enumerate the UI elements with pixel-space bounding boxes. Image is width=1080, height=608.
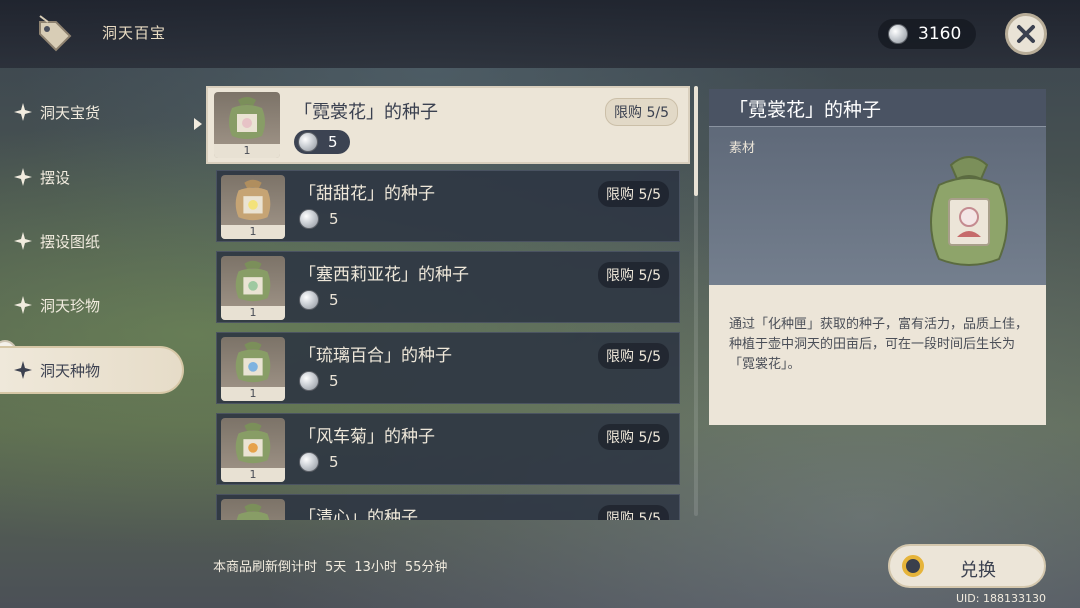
exchange-button[interactable]: 兑换 [888, 544, 1046, 588]
detail-item-type: 素材 [729, 141, 756, 156]
tab-realm-treasures[interactable]: 洞天宝货 [14, 92, 184, 132]
list-item[interactable]: 1 「塞西莉亚花」的种子 5 限购 5/5 [216, 251, 680, 323]
detail-title-bar: 「霓裳花」的种子 [709, 89, 1046, 127]
item-name: 「塞西莉亚花」的种子 [299, 265, 469, 285]
tab-label: 摆设 [40, 168, 71, 187]
item-detail-panel: 「霓裳花」的种子 素材 通过「化种匣」获取的种子，富有活力，品质上佳，种植于壶中… [709, 89, 1046, 425]
sparkle-icon [14, 232, 32, 250]
flower-mark [248, 200, 258, 210]
flower-mark [242, 118, 252, 128]
player-uid: UID: 188133130 [956, 592, 1046, 605]
currency-amount: 3160 [918, 24, 962, 44]
close-icon [1017, 25, 1035, 43]
sparkle-icon [14, 361, 32, 379]
list-item[interactable]: 1 「甜甜花」的种子 5 限购 5/5 [216, 170, 680, 242]
item-price: 5 [299, 209, 339, 229]
item-list: 1 「霓裳花」的种子 5 限购 5/5 1 「甜甜花」的种子 5 限购 5/5 [200, 84, 700, 520]
sparkle-icon [14, 296, 32, 314]
purchase-limit-badge: 限购 5/5 [598, 343, 669, 369]
item-thumbnail: 1 [221, 337, 285, 401]
seed-bag-icon [235, 422, 271, 464]
refresh-label: 本商品刷新倒计时 [213, 560, 318, 575]
tab-furnishings[interactable]: 摆设 [14, 157, 184, 197]
price-value: 5 [329, 210, 339, 228]
realm-currency-icon [299, 371, 319, 391]
item-quantity: 1 [221, 387, 285, 401]
shop-title: 洞天百宝 [102, 24, 167, 42]
list-item[interactable]: 1 「清心」的种子 5 限购 5/5 [216, 494, 680, 520]
item-price: 5 [299, 290, 339, 310]
detail-description: 通过「化种匣」获取的种子，富有活力，品质上佳，种植于壶中洞天的田亩后，可在一段时… [729, 317, 1029, 372]
scroll-thumb[interactable] [694, 86, 698, 196]
item-quantity: 1 [221, 225, 285, 239]
item-name: 「清心」的种子 [299, 508, 418, 520]
seed-bag-icon [235, 260, 271, 302]
purchase-limit-badge: 限购 5/5 [605, 98, 678, 126]
realm-currency-icon [298, 132, 318, 152]
price-value: 5 [329, 291, 339, 309]
refresh-hours: 13小时 [354, 560, 397, 575]
tab-label: 洞天宝货 [40, 103, 101, 122]
item-thumbnail: 1 [214, 92, 280, 158]
item-name: 「风车菊」的种子 [299, 427, 435, 447]
close-button[interactable] [1005, 13, 1047, 55]
purchase-limit-badge: 限购 5/5 [598, 424, 669, 450]
item-name: 「霓裳花」的种子 [294, 102, 438, 123]
item-thumbnail: 1 [221, 418, 285, 482]
item-quantity: 1 [221, 468, 285, 482]
item-quantity: 1 [214, 144, 280, 158]
realm-currency-icon [888, 24, 908, 44]
purchase-limit-badge: 限购 5/5 [598, 505, 669, 520]
price-value: 5 [329, 372, 339, 390]
top-bar: 洞天百宝 3160 [0, 0, 1080, 68]
detail-header-area: 「霓裳花」的种子 素材 [709, 89, 1046, 285]
detail-title: 「霓裳花」的种子 [729, 99, 882, 121]
realm-currency-icon [299, 209, 319, 229]
flower-mark [248, 443, 258, 453]
item-quantity: 1 [221, 306, 285, 320]
list-item[interactable]: 1 「风车菊」的种子 5 限购 5/5 [216, 413, 680, 485]
price-value: 5 [329, 453, 339, 471]
item-thumbnail: 1 [221, 256, 285, 320]
item-price: 5 [299, 371, 339, 391]
refresh-days: 5天 [325, 560, 347, 575]
realm-currency-icon [299, 290, 319, 310]
price-value: 5 [328, 133, 338, 151]
seed-bag-large-icon [930, 156, 1008, 266]
tab-furnishing-blueprints[interactable]: 摆设图纸 [14, 221, 184, 261]
sparkle-icon [14, 103, 32, 121]
exchange-label: 兑换 [960, 560, 996, 581]
sparkle-icon [14, 168, 32, 186]
purchase-limit-badge: 限购 5/5 [598, 181, 669, 207]
seed-bag-icon [236, 503, 270, 520]
tab-label: 洞天珍物 [40, 296, 101, 315]
list-item[interactable]: 1 「霓裳花」的种子 5 限购 5/5 [206, 86, 690, 164]
detail-description-area: 通过「化种匣」获取的种子，富有活力，品质上佳，种植于壶中洞天的田亩后，可在一段时… [709, 285, 1046, 425]
tab-realm-seeds[interactable]: 洞天种物 [0, 346, 184, 394]
item-price: 5 [299, 452, 339, 472]
seed-bag-icon [229, 97, 265, 139]
seed-bag-icon [235, 179, 271, 221]
refresh-countdown: 本商品刷新倒计时 5天 13小时 55分钟 [213, 556, 447, 575]
currency-display: 3160 [878, 19, 976, 49]
item-name: 「甜甜花」的种子 [299, 184, 435, 204]
tab-label: 摆设图纸 [40, 232, 101, 251]
purchase-limit-badge: 限购 5/5 [598, 262, 669, 288]
confirm-circle-icon [902, 555, 924, 577]
item-price: 5 [294, 130, 350, 154]
item-thumbnail: 1 [221, 175, 285, 239]
flower-mark [248, 281, 258, 291]
list-scrollbar[interactable] [694, 86, 698, 516]
flower-mark [248, 362, 258, 372]
tab-realm-rarities[interactable]: 洞天珍物 [14, 285, 184, 325]
seed-bag-icon [235, 341, 271, 383]
shop-tag-icon [39, 15, 72, 52]
refresh-minutes: 55分钟 [404, 560, 448, 575]
realm-currency-icon [299, 452, 319, 472]
list-item[interactable]: 1 「琉璃百合」的种子 5 限购 5/5 [216, 332, 680, 404]
item-thumbnail: 1 [221, 499, 285, 520]
tab-label: 洞天种物 [40, 361, 101, 380]
item-name: 「琉璃百合」的种子 [299, 346, 452, 366]
